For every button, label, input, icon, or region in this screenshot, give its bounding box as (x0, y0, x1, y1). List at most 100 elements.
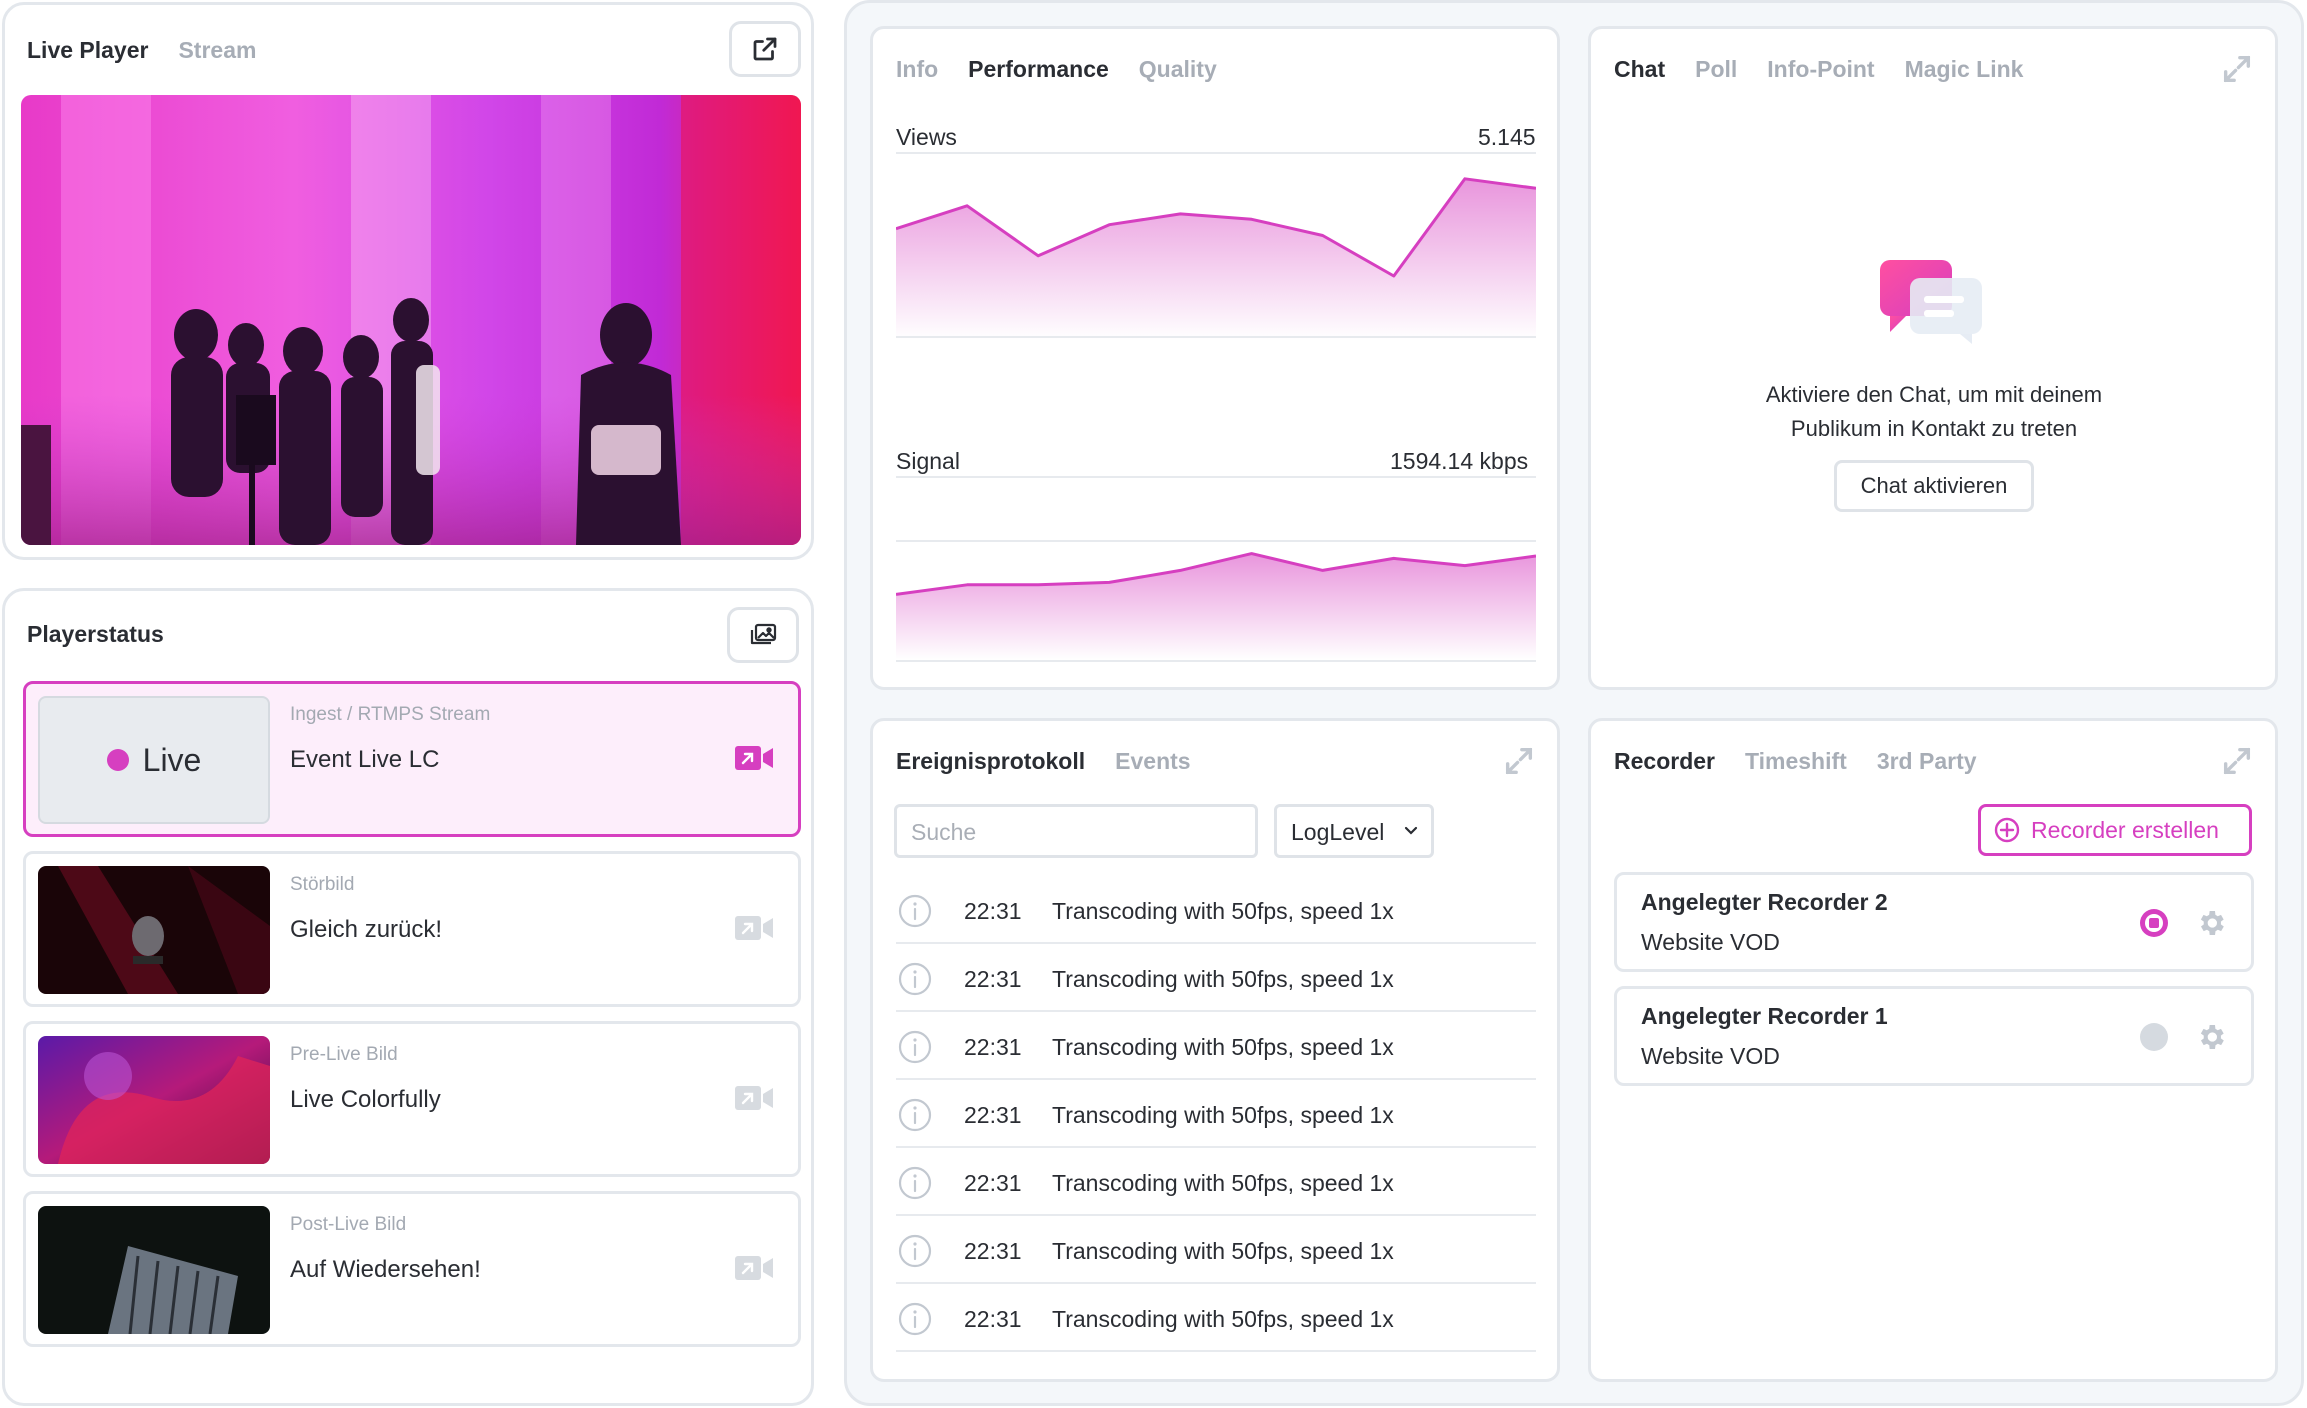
tab-stream[interactable]: Stream (178, 37, 256, 64)
info-circle-icon (898, 1234, 932, 1268)
recording-stop-icon[interactable] (2139, 908, 2169, 938)
log-row[interactable]: 22:31 Transcoding with 50fps, speed 1x (896, 944, 1536, 1012)
tab-live-player[interactable]: Live Player (27, 37, 148, 64)
signal-baseline (896, 660, 1536, 662)
create-recorder-button[interactable]: Recorder erstellen (1978, 804, 2252, 856)
log-time: 22:31 (964, 1170, 1022, 1196)
record-idle-icon[interactable] (2139, 1022, 2169, 1052)
recorder-target: Website VOD (1641, 1043, 1780, 1069)
recorder-target: Website VOD (1641, 929, 1780, 955)
row-subtitle: Ingest / RTMPS Stream (290, 704, 491, 725)
tab-magic-link[interactable]: Magic Link (1905, 56, 2024, 83)
recorder-name: Angelegter Recorder 2 (1641, 889, 1888, 915)
row-subtitle: Post-Live Bild (290, 1214, 407, 1235)
tab-info[interactable]: Info (896, 56, 938, 83)
row-subtitle: Pre-Live Bild (290, 1044, 398, 1065)
signal-value: 1594.14 kbps (1390, 448, 1529, 474)
live-badge-label: Live (142, 741, 202, 778)
live-video-preview[interactable] (21, 95, 801, 545)
chat-bubbles-icon (1880, 260, 1982, 344)
playerstatus-row-live[interactable]: Live Ingest / RTMPS Stream Event Live LC (23, 681, 801, 837)
tab-3rd-party[interactable]: 3rd Party (1877, 748, 1977, 775)
tab-ereignisprotokoll[interactable]: Ereignisprotokoll (896, 748, 1085, 775)
log-message: Transcoding with 50fps, speed 1x (1052, 1238, 1394, 1264)
info-circle-icon (898, 894, 932, 928)
live-dot-icon (106, 749, 129, 771)
tab-events[interactable]: Events (1115, 748, 1190, 775)
info-circle-icon (898, 1302, 932, 1336)
info-circle-icon (898, 1166, 932, 1200)
video-camera-icon[interactable] (734, 914, 774, 942)
log-time: 22:31 (964, 898, 1022, 924)
loglevel-select[interactable]: LogLevel (1274, 804, 1434, 858)
views-divider (896, 152, 1536, 154)
log-time: 22:31 (964, 1034, 1022, 1060)
chevron-down-icon (1404, 826, 1418, 835)
log-time: 22:31 (964, 966, 1022, 992)
recorder-item[interactable]: Angelegter Recorder 2 Website VOD (1614, 872, 2254, 972)
row-title: Event Live LC (290, 746, 440, 773)
row-thumbnail (38, 1036, 270, 1164)
log-message: Transcoding with 50fps, speed 1x (1052, 1306, 1394, 1332)
gear-icon[interactable] (2195, 907, 2227, 939)
row-thumbnail (38, 866, 270, 994)
log-row[interactable]: 22:31 Transcoding with 50fps, speed 1x (896, 1148, 1536, 1216)
chat-card (1588, 26, 2278, 690)
views-baseline (896, 336, 1536, 338)
log-message: Transcoding with 50fps, speed 1x (1052, 1102, 1394, 1128)
log-message: Transcoding with 50fps, speed 1x (1052, 898, 1394, 924)
recorder-item[interactable]: Angelegter Recorder 1 Website VOD (1614, 986, 2254, 1086)
expand-icon[interactable] (2220, 744, 2254, 778)
expand-icon[interactable] (1502, 744, 1536, 778)
log-row[interactable]: 22:31 Transcoding with 50fps, speed 1x (896, 1012, 1536, 1080)
row-subtitle: Störbild (290, 874, 355, 895)
playerstatus-title: Playerstatus (27, 621, 164, 647)
playerstatus-row-postlive[interactable]: Post-Live Bild Auf Wiedersehen! (23, 1191, 801, 1347)
chat-message-line1: Aktiviere den Chat, um mit deinem (1765, 382, 2103, 407)
row-title: Gleich zurück! (290, 916, 443, 943)
log-time: 22:31 (964, 1102, 1022, 1128)
views-chart (896, 177, 1536, 340)
info-circle-icon (898, 962, 932, 996)
row-title: Live Colorfully (290, 1086, 441, 1113)
playerstatus-row-prelive[interactable]: Pre-Live Bild Live Colorfully (23, 1021, 801, 1177)
log-time: 22:31 (964, 1238, 1022, 1264)
log-row[interactable]: 22:31 Transcoding with 50fps, speed 1x (896, 876, 1536, 944)
video-camera-icon[interactable] (734, 1254, 774, 1282)
chart-area (896, 178, 1536, 340)
video-camera-icon[interactable] (734, 1084, 774, 1112)
chat-tabs: Chat Poll Info-Point Magic Link (1614, 56, 2023, 83)
signal-chart (896, 552, 1536, 660)
tab-poll[interactable]: Poll (1695, 56, 1737, 83)
live-player-tabs: Live Player Stream (27, 37, 256, 64)
chat-activate-button[interactable]: Chat aktivieren (1834, 460, 2034, 512)
search-input[interactable]: Suche (894, 804, 1258, 858)
tab-timeshift[interactable]: Timeshift (1745, 748, 1847, 775)
tab-info-point[interactable]: Info-Point (1767, 56, 1874, 83)
live-badge-thumb: Live (38, 696, 270, 824)
log-message: Transcoding with 50fps, speed 1x (1052, 1170, 1394, 1196)
log-time: 22:31 (964, 1306, 1022, 1332)
playerstatus-row-stoerbild[interactable]: Störbild Gleich zurück! (23, 851, 801, 1007)
playerstatus-card: Playerstatus Live Ingest / RTMPS Stream … (2, 588, 814, 1406)
expand-icon[interactable] (2220, 52, 2254, 86)
signal-label: Signal (896, 448, 960, 474)
tab-performance[interactable]: Performance (968, 56, 1109, 83)
tab-recorder[interactable]: Recorder (1614, 748, 1715, 775)
performance-tabs: Info Performance Quality (896, 56, 1217, 83)
loglevel-value: LogLevel (1291, 819, 1385, 845)
signal-divider (896, 476, 1536, 478)
tab-chat[interactable]: Chat (1614, 56, 1665, 83)
log-row[interactable]: 22:31 Transcoding with 50fps, speed 1x (896, 1216, 1536, 1284)
log-row[interactable]: 22:31 Transcoding with 50fps, speed 1x (896, 1080, 1536, 1148)
recorder-name: Angelegter Recorder 1 (1641, 1003, 1888, 1029)
create-recorder-label: Recorder erstellen (2031, 816, 2219, 843)
media-library-button[interactable] (727, 607, 799, 663)
gear-icon[interactable] (2195, 1021, 2227, 1053)
popout-button[interactable] (729, 21, 801, 77)
log-message: Transcoding with 50fps, speed 1x (1052, 1034, 1394, 1060)
row-title: Auf Wiedersehen! (290, 1256, 481, 1283)
video-camera-icon[interactable] (734, 744, 774, 772)
tab-quality[interactable]: Quality (1139, 56, 1217, 83)
log-row[interactable]: 22:31 Transcoding with 50fps, speed 1x (896, 1284, 1536, 1352)
